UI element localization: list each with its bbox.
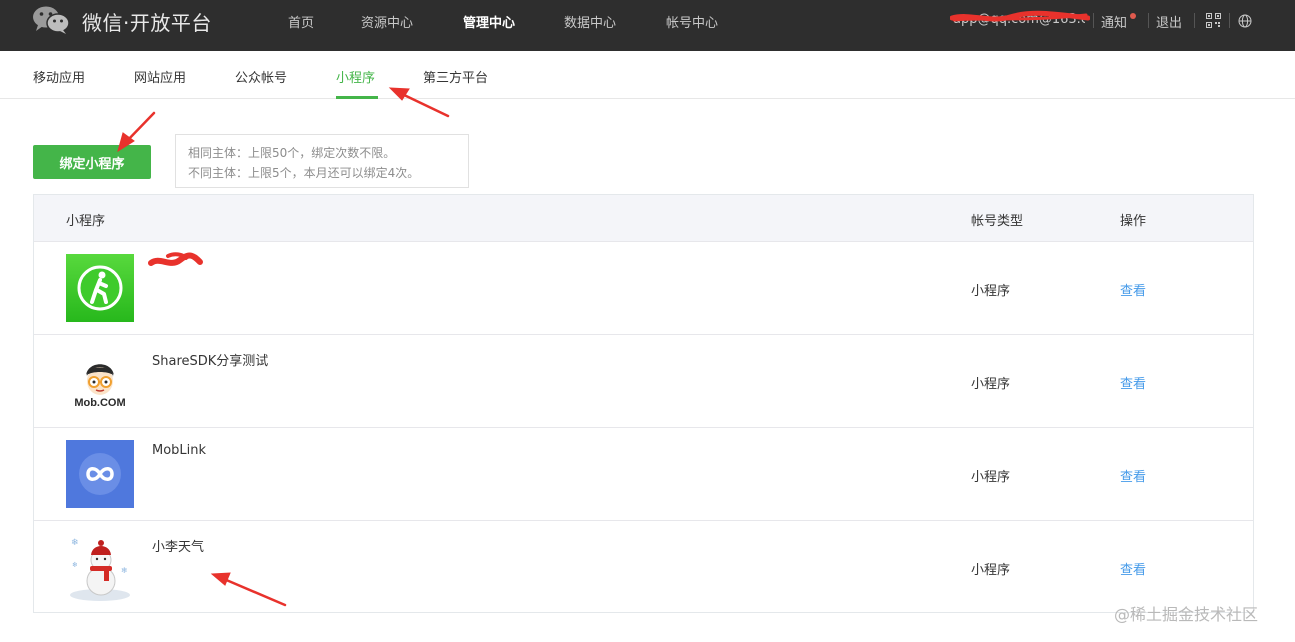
separator (1194, 13, 1195, 28)
account-type: 小程序 (971, 377, 1011, 392)
walking-person-icon (66, 254, 134, 322)
tab-mobile-apps[interactable]: 移动应用 (33, 67, 85, 86)
infinity-link-icon (66, 440, 134, 508)
watermark: @稀土掘金技术社区 (1114, 605, 1259, 624)
table-header: 小程序 帐号类型 操作 (34, 195, 1253, 241)
globe-icon[interactable] (1238, 14, 1252, 28)
bind-limit-tip: 相同主体：上限50个，绑定次数不限。 不同主体：上限5个，本月还可以绑定4次。 (175, 134, 469, 188)
separator (1093, 13, 1094, 28)
nav-home[interactable]: 首页 (288, 12, 314, 31)
mini-program-name: MobLink (152, 443, 207, 458)
column-header-app: 小程序 (66, 214, 106, 229)
table-row: 小程序 查看 (34, 241, 1253, 334)
separator (1148, 13, 1149, 28)
brand-title: 微信·开放平台 (82, 11, 212, 35)
nav-account[interactable]: 帐号中心 (666, 12, 718, 31)
active-tab-indicator (336, 96, 378, 99)
tab-mini-programs[interactable]: 小程序 (336, 67, 375, 86)
table-row: Mob.COM ShareSDK分享测试 小程序 查看 (34, 334, 1253, 427)
svg-text:❄: ❄ (121, 566, 128, 575)
tip-line-different-entity: 不同主体：上限5个，本月还可以绑定4次。 (188, 166, 420, 180)
mini-program-table: 小程序 帐号类型 操作 小程序 查看 Mob.COM ShareSDK分享测试 … (33, 194, 1254, 613)
tab-official-accounts[interactable]: 公众帐号 (235, 67, 287, 86)
mob-logo-label: Mob.COM (74, 397, 125, 409)
tip-line-same-entity: 相同主体：上限50个，绑定次数不限。 (188, 146, 396, 160)
notice-link[interactable]: 通知 (1101, 12, 1127, 31)
svg-text:❄: ❄ (72, 561, 78, 569)
tab-third-party[interactable]: 第三方平台 (423, 67, 488, 86)
bind-mini-program-button[interactable]: 绑定小程序 (33, 145, 151, 179)
mini-program-name: 小李天气 (152, 540, 205, 555)
arrow-to-bind-button (124, 111, 156, 144)
qrcode-icon[interactable] (1206, 13, 1221, 28)
view-link[interactable]: 查看 (1120, 373, 1146, 392)
top-bar: 微信·开放平台 首页 资源中心 管理中心 数据中心 帐号中心 app@qq.co… (0, 0, 1295, 51)
nav-resources[interactable]: 资源中心 (361, 12, 413, 31)
table-row: ❄ ❄ ❄ 小李天气 小程序 查看 (34, 520, 1253, 613)
snowman-icon: ❄ ❄ ❄ (66, 533, 134, 601)
redaction-scribble (950, 10, 1090, 22)
table-row: MobLink 小程序 查看 (34, 427, 1253, 520)
view-link[interactable]: 查看 (1120, 559, 1146, 578)
nav-data[interactable]: 数据中心 (564, 12, 616, 31)
sub-tabs: 移动应用 网站应用 公众帐号 小程序 第三方平台 (0, 51, 1295, 99)
notice-badge (1130, 13, 1136, 19)
logout-link[interactable]: 退出 (1156, 12, 1182, 31)
column-header-type: 帐号类型 (971, 214, 1024, 229)
account-type: 小程序 (971, 284, 1011, 299)
tab-website-apps[interactable]: 网站应用 (134, 67, 186, 86)
account-type: 小程序 (971, 563, 1011, 578)
mini-program-name: ShareSDK分享测试 (152, 354, 269, 369)
mob-logo-text: Mob.COM (74, 397, 125, 409)
column-header-action: 操作 (1120, 214, 1147, 229)
account-type: 小程序 (971, 470, 1011, 485)
nav-management[interactable]: 管理中心 (463, 12, 515, 31)
redaction-scribble (148, 252, 203, 266)
wechat-logo-icon (33, 6, 70, 34)
view-link[interactable]: 查看 (1120, 280, 1146, 299)
view-link[interactable]: 查看 (1120, 466, 1146, 485)
separator (1229, 13, 1230, 28)
svg-text:❄: ❄ (71, 538, 79, 548)
